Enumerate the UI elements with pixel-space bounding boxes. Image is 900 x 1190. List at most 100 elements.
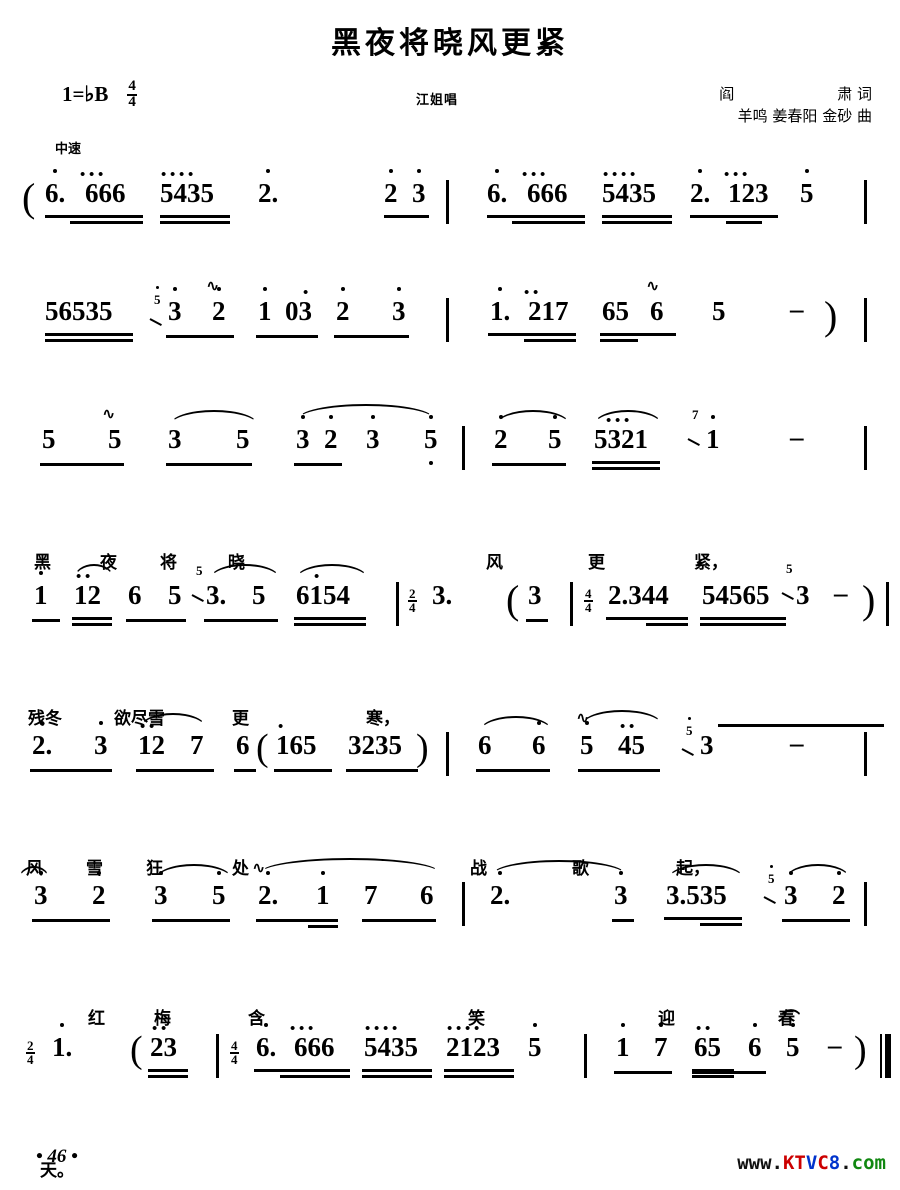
note: 3 [94,721,108,760]
music-line-3: 5 5 ∿ 3 5 3 2 3 5 2 5 5321 • • • 7 1 – 黑… [0,404,900,573]
watermark-part: C [817,1152,829,1174]
lyric-syllable: 残冬 [28,709,62,729]
note-row-3: 5 5 ∿ 3 5 3 2 3 5 2 5 5321 • • • 7 1 – [0,404,900,486]
note: 5 [212,871,226,910]
note: 5 [528,1023,542,1062]
note: 1 [616,1023,630,1062]
note: 5 [108,424,122,454]
lyric-syllable: 更 [588,553,605,573]
time-signature-denominator: 4 [409,599,416,615]
note: 2 [832,871,846,910]
grace-note: 5 [786,561,793,576]
note: 6 [748,1023,762,1062]
note: 1 [706,415,720,454]
note: 3 [392,287,406,326]
sustain-dash: – [790,422,804,452]
note: 5 [580,721,594,760]
barline [462,426,465,470]
grace-note: 5 [768,865,775,886]
sustain-dash: – [834,578,848,608]
note: 5 [712,296,726,326]
composer-role: 曲 [856,106,872,125]
note: 2 [92,871,106,910]
note: 6. [45,169,66,208]
lyric-syllable: 处 [232,859,249,879]
watermark-part: T [794,1152,806,1174]
sustain-dash: – [790,294,804,324]
note: 3 [528,580,542,610]
lyric-syllable: 紧， [694,553,728,573]
octave-dots: • • [524,285,539,301]
paren-close: ) [416,727,429,769]
note-group: 3235 [348,730,402,760]
barline [886,582,889,626]
note-group: 54565 [702,580,770,610]
octave-dots: • • • • [603,167,636,183]
note: 6 [532,721,546,760]
note: 5 [168,580,182,610]
barline [462,882,465,926]
note: 6 [420,880,434,910]
barline [446,298,449,342]
time-signature-inline: 2 4 [408,587,417,615]
final-barline [880,1034,894,1078]
octave-dots: • • • [290,1021,314,1037]
paren-open: ( [130,1029,143,1071]
note: 3 [366,415,380,454]
grace-note: 7 [692,407,699,422]
time-signature-inline: 4 4 [230,1039,239,1067]
music-line-1: ( 6. 666 • • • 5435 • • • • 2. 2 3 6. 66… [0,167,900,240]
octave-dots: • • • [724,167,748,183]
note: 3 [796,580,810,610]
note: 6 [650,296,664,326]
note: 3 [614,871,628,910]
sheet-music-page: 黑夜将晓风更紧 1=♭B 4 4 中速 江姐唱 阎 肃 词 羊鸣 姜春阳 金砂 … [0,0,900,1186]
lyricist-name2: 肃 [837,85,853,103]
note: 3 [784,871,798,910]
paren-open: ( [506,577,520,622]
fermata-icon: ⌒ [782,1009,800,1029]
time-signature-inline: 2 4 [26,1039,35,1067]
watermark-part: www. [737,1152,783,1174]
octave-dot: • [303,285,309,301]
lyricist-name: 阎 [719,85,735,103]
note: 6. [256,1023,277,1062]
note: 6 [128,580,142,610]
composer-names: 羊鸣 姜春阳 金砂 [737,106,853,125]
barline [570,582,573,626]
singer-credit: 江姐唱 [416,93,459,108]
note-row-6: 3 2 3 5 2. ∿ 1 7 6 2. 3 3.535 5 3 2 [0,858,900,942]
barline [446,732,449,776]
watermark-part: V [805,1152,818,1174]
sustain-dash: – [828,1030,842,1060]
note: 2. [690,169,711,208]
lyricist-row: 阎 肃 词 [719,84,872,106]
tempo-marking: 中速 [55,142,82,157]
key-signature-text: 1=♭B [62,82,109,107]
octave-dots: • • [152,1021,167,1037]
watermark-part: 8 [828,1152,841,1174]
barline [864,732,867,776]
note-group: 3.535 [666,880,727,910]
note: 1. [490,287,511,326]
music-line-7: 2 4 1. ( 23 • • 4 4 6. 666 • • • 5435 • … [0,1010,900,1181]
note: 3 [700,730,714,760]
time-signature-denominator: 4 [27,1051,34,1067]
note: 2 [324,415,338,454]
note: 2. [32,721,53,760]
barline [446,180,449,224]
note-row-4: 1 12 • • 6 5 5 3. 5 6154 • 2 4 3. (3 4 … [0,562,900,642]
paren-close: ) [824,293,838,338]
barline [864,180,867,224]
barline [864,882,867,926]
note: 5 [252,580,266,610]
key-signature: 1=♭B 4 4 [62,79,137,110]
note: 7 [654,1023,668,1062]
paren-close: ) [854,1029,867,1071]
note: 2 [384,169,398,208]
time-signature-denominator: 4 [231,1051,238,1067]
note: 1 [258,287,272,326]
paren-open: ( [22,175,36,220]
mordent-icon: ∿ [646,276,660,295]
note: 5 [236,424,250,454]
